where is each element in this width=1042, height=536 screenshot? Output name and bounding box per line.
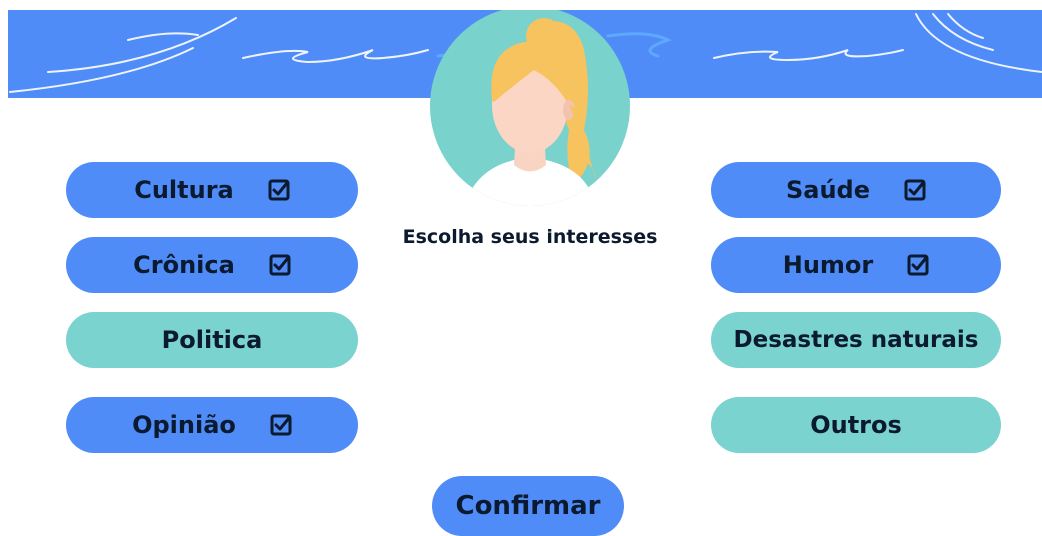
interest-label: Politica	[161, 326, 263, 354]
interest-humor[interactable]: Humor	[711, 237, 1001, 293]
interest-label: Humor	[782, 251, 874, 279]
interest-politica[interactable]: Politica	[66, 312, 358, 368]
interest-cultura[interactable]: Cultura	[66, 162, 358, 218]
checkbox-checked-icon[interactable]	[904, 179, 926, 201]
interest-label: Saúde	[785, 176, 871, 204]
interest-label: Desastres naturais	[733, 327, 979, 353]
interest-label: Crônica	[133, 251, 235, 279]
checkbox-checked-icon[interactable]	[268, 179, 290, 201]
interest-label: Opinião	[132, 411, 236, 439]
page-title: Escolha seus interesses	[402, 226, 658, 248]
checkbox-checked-icon[interactable]	[269, 254, 291, 276]
interest-label: Cultura	[134, 176, 234, 204]
user-avatar-icon	[424, 10, 637, 208]
interest-cronica[interactable]: Crônica	[66, 237, 358, 293]
interest-saude[interactable]: Saúde	[711, 162, 1001, 218]
interest-label: Outros	[810, 411, 902, 439]
interest-outros[interactable]: Outros	[711, 397, 1001, 453]
checkbox-checked-icon[interactable]	[270, 414, 292, 436]
checkbox-checked-icon[interactable]	[907, 254, 929, 276]
interest-opiniao[interactable]: Opinião	[66, 397, 358, 453]
confirm-button[interactable]: Confirmar	[432, 476, 624, 536]
interest-desastres-naturais[interactable]: Desastres naturais	[711, 312, 1001, 368]
